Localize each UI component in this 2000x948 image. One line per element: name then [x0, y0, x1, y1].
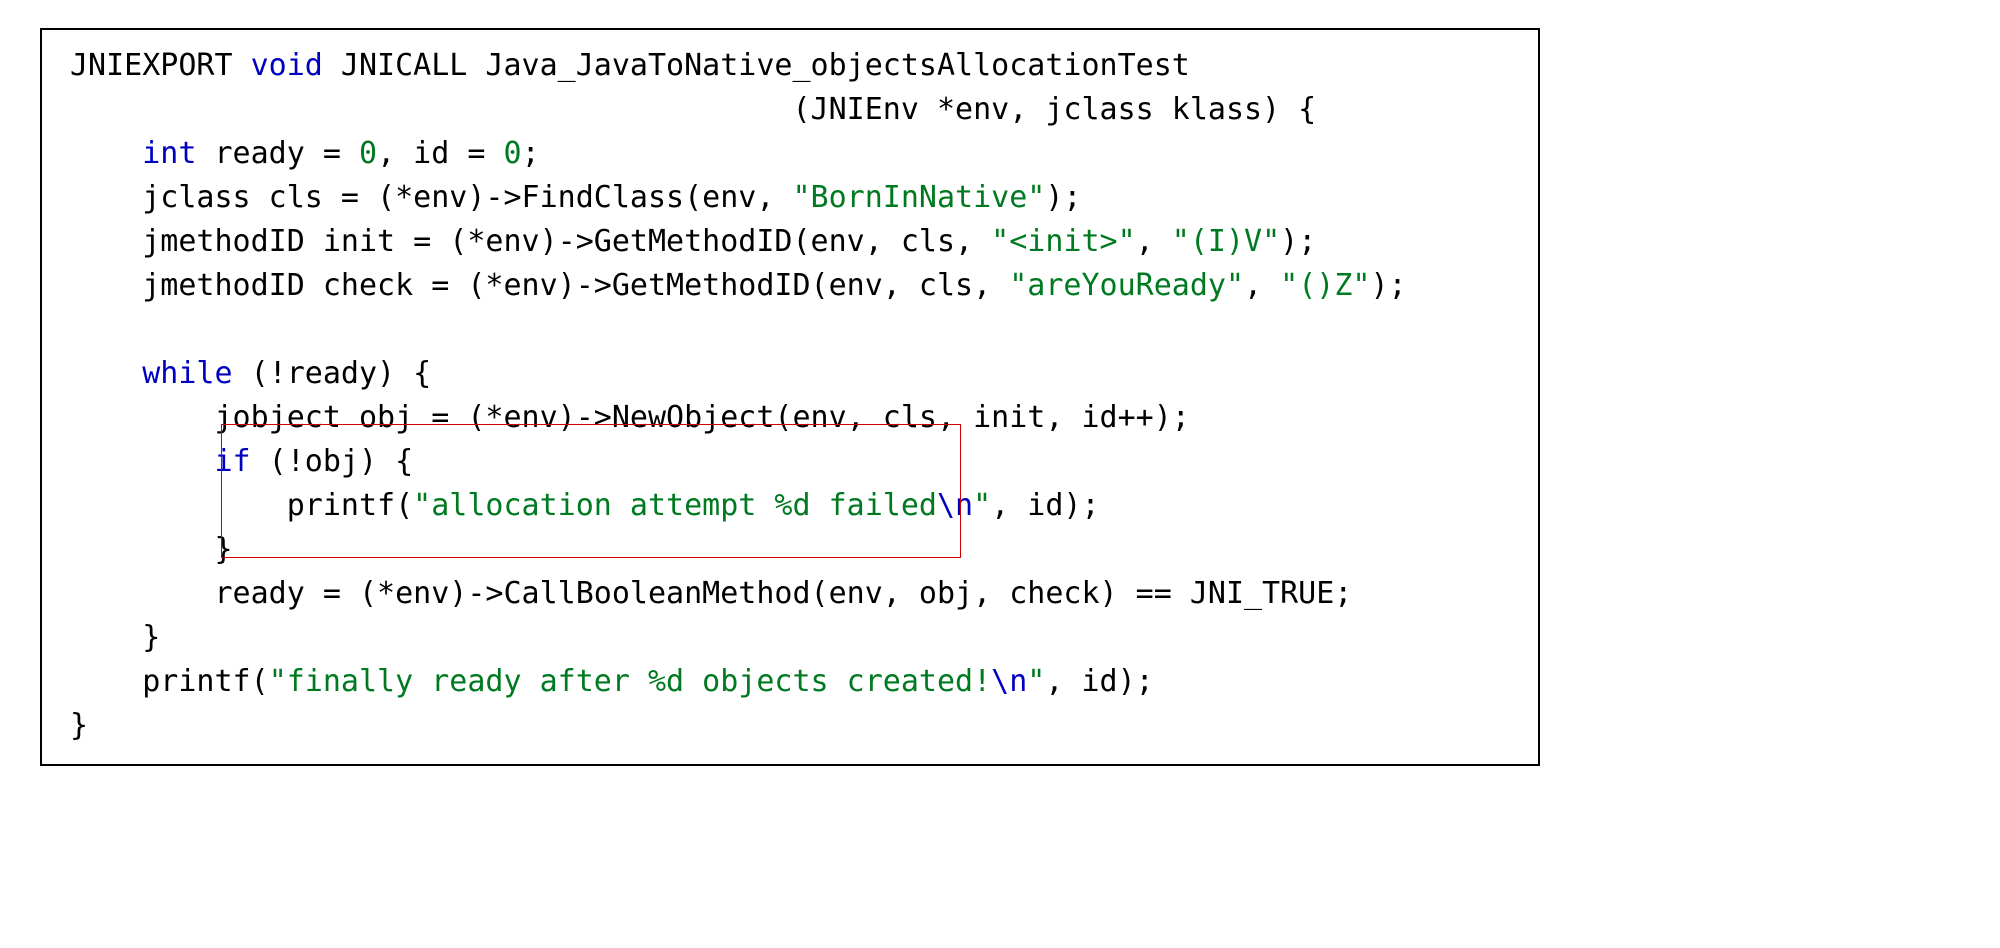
code-line-3b: ready = [196, 136, 359, 171]
code-line-5a: jmethodID init = (*env)->GetMethodID(env… [70, 224, 991, 259]
str-alloc-fail-a: "allocation attempt %d failed [413, 488, 937, 523]
kw-int: int [142, 136, 196, 171]
code-line-4a: jclass cls = (*env)->FindClass(env, [70, 180, 792, 215]
kw-while: while [142, 356, 232, 391]
code-line-5b: , [1136, 224, 1172, 259]
code-line-1a: JNIEXPORT [70, 48, 251, 83]
code-line-1b: JNICALL Java_JavaToNative_objectsAllocat… [323, 48, 1190, 83]
esc-n-1: \n [937, 488, 973, 523]
num-0b: 0 [504, 136, 522, 171]
esc-n-2: \n [991, 664, 1027, 699]
str-init: "<init>" [991, 224, 1136, 259]
str-areyouready: "areYouReady" [1009, 268, 1244, 303]
kw-if: if [215, 444, 251, 479]
code-line-6b: , [1244, 268, 1280, 303]
str-iv: "(I)V" [1172, 224, 1280, 259]
code-line-2: (JNIEnv *env, jclass klass) { [70, 92, 1316, 127]
code-line-11b: , id); [991, 488, 1099, 523]
code-line-12: } [70, 532, 233, 567]
str-z: "()Z" [1280, 268, 1370, 303]
code-line-15b: , id); [1045, 664, 1153, 699]
code-line-13: ready = (*env)->CallBooleanMethod(env, o… [70, 576, 1352, 611]
code-line-10a [70, 444, 215, 479]
str-finally-a: "finally ready after %d objects created! [269, 664, 991, 699]
code-line-11a: printf( [70, 488, 413, 523]
code-line-4b: ); [1045, 180, 1081, 215]
code-line-8a [70, 356, 142, 391]
code-line-8b: (!ready) { [233, 356, 432, 391]
str-alloc-fail-b: " [973, 488, 991, 523]
kw-void: void [251, 48, 323, 83]
str-borninnative: "BornInNative" [792, 180, 1045, 215]
code-line-3c: , id = [377, 136, 503, 171]
code-line-10b: (!obj) { [251, 444, 414, 479]
str-finally-b: " [1027, 664, 1045, 699]
code-line-5c: ); [1280, 224, 1316, 259]
code-line-9: jobject obj = (*env)->NewObject(env, cls… [70, 400, 1190, 435]
code-line-3d: ; [522, 136, 540, 171]
num-0a: 0 [359, 136, 377, 171]
code-line-6c: ); [1370, 268, 1406, 303]
code-line-6a: jmethodID check = (*env)->GetMethodID(en… [70, 268, 1009, 303]
code-line-14: } [70, 620, 160, 655]
code-line-16: } [70, 708, 88, 743]
code-line-3a [70, 136, 142, 171]
code-line-15a: printf( [70, 664, 269, 699]
code-block: JNIEXPORT void JNICALL Java_JavaToNative… [40, 28, 1540, 766]
